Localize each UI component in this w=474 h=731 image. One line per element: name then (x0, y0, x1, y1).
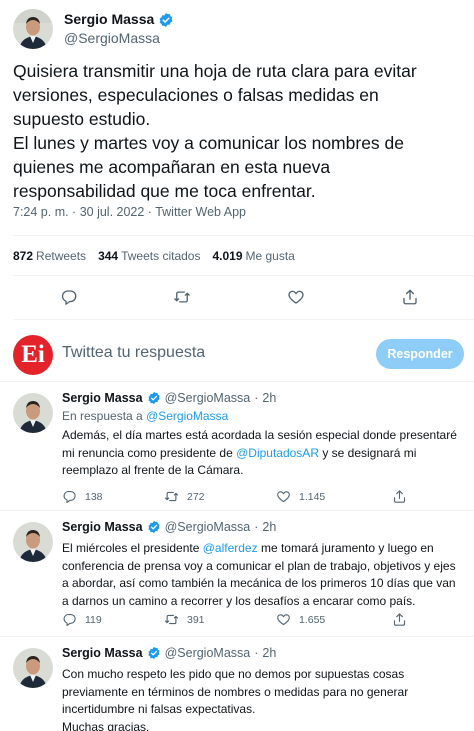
reply-time[interactable]: 2h (262, 520, 276, 534)
author-handle[interactable]: @SergioMassa (165, 391, 251, 405)
likes-count: 1.145 (299, 490, 326, 503)
tweet-text-line: Quisiera transmitir una hoja de ruta cla… (13, 61, 417, 81)
like-heart-icon (277, 614, 290, 626)
reply-action[interactable]: 138 (62, 489, 103, 504)
divider (13, 235, 474, 236)
reply-time[interactable]: 2h (262, 646, 276, 660)
reply-icon[interactable] (60, 288, 78, 306)
quotes-count: 344 (98, 249, 119, 263)
author-names: Sergio Massa @SergioMassa (64, 10, 174, 48)
author-avatar[interactable] (13, 9, 53, 49)
retweet-action[interactable]: 391 (164, 612, 205, 627)
reply-tweet[interactable]: Sergio Massa @SergioMassa · 2h Con mucho… (0, 636, 474, 731)
retweets-count: 272 (187, 490, 205, 503)
tweet-stats: 872 Retweets 344 Tweets citados 4.019 Me gu… (13, 249, 295, 263)
mention-link[interactable]: @alferdez (203, 541, 258, 555)
likes-count: 1.655 (299, 613, 326, 626)
author-name[interactable]: Sergio Massa (64, 10, 154, 29)
reply-text: El miércoles el presidente @alferdez me … (62, 540, 462, 610)
quotes-stat[interactable]: 344 Tweets citados (98, 249, 200, 263)
replies-count: 119 (85, 613, 102, 626)
tweet-text-line: responsabilidad que me toca enfrentar. (13, 181, 316, 201)
like-action[interactable]: 1.655 (276, 612, 325, 627)
retweet-icon (165, 491, 178, 502)
reply-text-segment: Con mucho respeto les pido que no demos … (62, 667, 409, 716)
reply-text: Con mucho respeto les pido que no demos … (62, 666, 462, 731)
tweet-text-line: quienes me acompañaran en esta nueva (13, 157, 331, 177)
reply-button[interactable]: Responder (376, 339, 464, 369)
reply-icon (63, 490, 76, 503)
retweet-action[interactable]: 272 (164, 489, 205, 504)
likes-stat[interactable]: 4.019 Me gusta (212, 249, 294, 263)
reply-to-prefix: En respuesta a (62, 409, 147, 423)
retweets-label: Retweets (36, 249, 87, 263)
share-icon (393, 490, 406, 503)
reply-actions: 138 272 1.145 (62, 489, 462, 507)
quotes-label: Tweets citados (121, 249, 201, 263)
reply-input[interactable]: Twittea tu respuesta (62, 344, 205, 362)
author-handle[interactable]: @SergioMassa (165, 646, 251, 660)
author-avatar[interactable] (13, 648, 53, 688)
like-action[interactable]: 1.145 (276, 489, 325, 504)
likes-label: Me gusta (245, 249, 295, 263)
author-avatar[interactable] (13, 522, 53, 562)
reply-icon (63, 613, 76, 626)
verified-badge-icon (148, 391, 160, 405)
reply-actions: 119 391 1.655 (62, 612, 462, 630)
share-icon (393, 613, 406, 626)
separator-dot: · (254, 520, 259, 534)
tweet-actions (0, 283, 474, 311)
tweet-text: Quisiera transmitir una hoja de ruta cla… (13, 59, 463, 203)
user-avatar-logo[interactable]: Ei (13, 335, 53, 375)
tweet-text-line: El lunes y martes voy a comunicar los no… (13, 133, 404, 153)
reply-time[interactable]: 2h (262, 391, 276, 405)
verified-badge-icon (148, 520, 160, 534)
retweet-icon[interactable] (173, 288, 191, 306)
tweet-text-line: versiones, especulaciones o falsas medid… (13, 85, 379, 105)
reply-to-handle[interactable]: @SergioMassa (146, 409, 228, 423)
reply-to-line: En respuesta a @SergioMassa (62, 409, 228, 423)
author-name[interactable]: Sergio Massa (62, 391, 143, 405)
share-icon[interactable] (401, 288, 419, 306)
reply-closing: Muchas gracias. (62, 719, 150, 731)
likes-count: 4.019 (212, 249, 243, 263)
retweets-count: 872 (13, 249, 34, 263)
retweet-icon (165, 614, 178, 625)
reply-text-segment: El miércoles el presidente (62, 541, 203, 555)
author-handle[interactable]: @SergioMassa (64, 29, 174, 48)
like-heart-icon[interactable] (287, 288, 305, 306)
retweets-count: 391 (187, 613, 205, 626)
author-name-row: Sergio Massa (64, 10, 174, 29)
replies-count: 138 (85, 490, 103, 503)
tweet-text-line: supuesto estudio. (13, 109, 151, 129)
author-handle[interactable]: @SergioMassa (165, 520, 251, 534)
reply-header: Sergio Massa @SergioMassa · 2h (62, 520, 276, 534)
author-avatar[interactable] (13, 393, 53, 433)
reply-tweet[interactable]: Sergio Massa @SergioMassa · 2h El miérco… (0, 510, 474, 636)
reply-header: Sergio Massa @SergioMassa · 2h (62, 646, 276, 660)
mention-link[interactable]: @DiputadosAR (236, 446, 319, 460)
verified-badge-icon (159, 12, 173, 27)
author-name[interactable]: Sergio Massa (62, 520, 143, 534)
reply-action[interactable]: 119 (62, 612, 102, 627)
reply-tweet[interactable]: Sergio Massa @SergioMassa · 2h En respue… (0, 381, 474, 510)
retweets-stat[interactable]: 872 Retweets (13, 249, 86, 263)
reply-header: Sergio Massa @SergioMassa · 2h (62, 391, 276, 405)
share-action[interactable] (392, 612, 407, 627)
divider (13, 275, 474, 276)
main-tweet-header: Sergio Massa @SergioMassa (13, 9, 174, 49)
author-name[interactable]: Sergio Massa (62, 646, 143, 660)
share-action[interactable] (392, 489, 407, 504)
separator-dot: · (254, 391, 259, 405)
reply-composer: Ei Twittea tu respuesta Responder (0, 320, 474, 390)
reply-text: Además, el día martes está acordada la s… (62, 427, 462, 480)
separator-dot: · (254, 646, 259, 660)
verified-badge-icon (148, 646, 160, 660)
like-heart-icon (277, 491, 290, 503)
tweet-timestamp[interactable]: 7:24 p. m. · 30 jul. 2022 · Twitter Web … (13, 205, 246, 219)
